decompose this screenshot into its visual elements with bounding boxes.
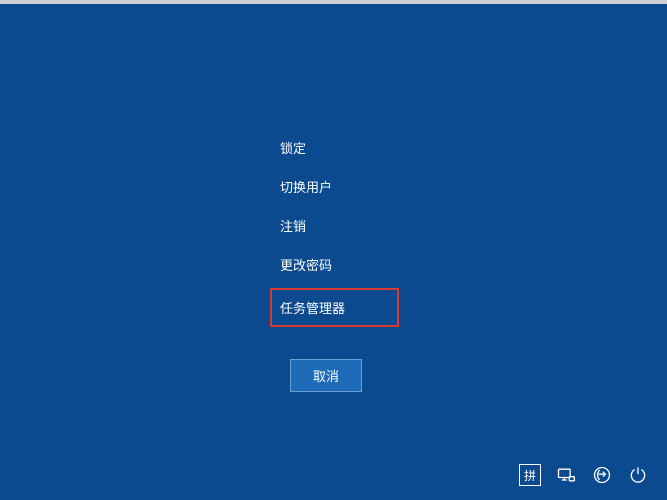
lock-option[interactable]: 锁定 bbox=[280, 138, 306, 157]
cancel-button[interactable]: 取消 bbox=[290, 359, 362, 392]
task-manager-option[interactable]: 任务管理器 bbox=[270, 288, 399, 327]
change-password-option[interactable]: 更改密码 bbox=[280, 255, 332, 274]
power-icon[interactable] bbox=[627, 464, 649, 486]
window-top-edge bbox=[0, 0, 667, 4]
network-icon[interactable] bbox=[555, 464, 577, 486]
ime-indicator[interactable]: 拼 bbox=[519, 464, 541, 486]
switch-user-option[interactable]: 切换用户 bbox=[280, 177, 332, 196]
system-tray: 拼 bbox=[519, 464, 649, 486]
security-options-menu: 锁定 切换用户 注销 更改密码 任务管理器 取消 bbox=[280, 138, 399, 392]
ease-of-access-icon[interactable] bbox=[591, 464, 613, 486]
sign-out-option[interactable]: 注销 bbox=[280, 216, 306, 235]
